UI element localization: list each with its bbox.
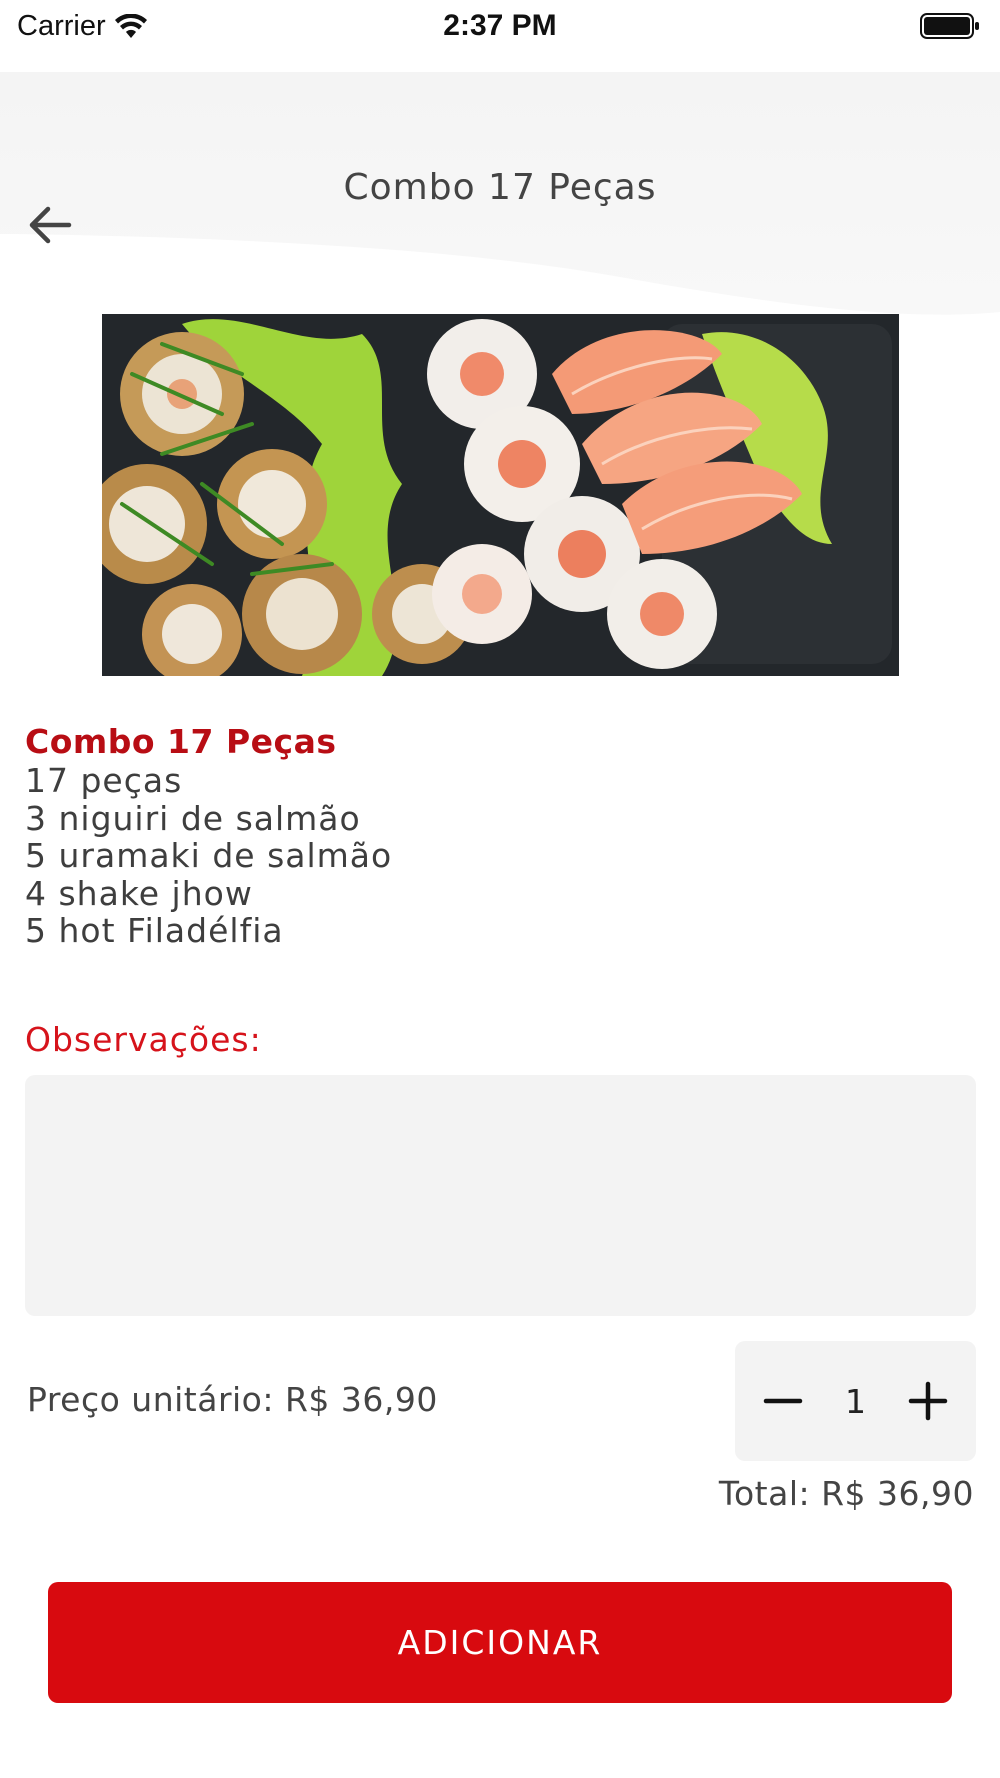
header: Combo 17 Peças: [0, 72, 1000, 322]
quantity-value: 1: [845, 1381, 866, 1421]
add-button[interactable]: ADICIONAR: [48, 1582, 952, 1703]
product-line: 4 shake jhow: [25, 873, 253, 913]
arrow-left-icon: [29, 206, 72, 244]
observations-input[interactable]: [25, 1075, 976, 1316]
product-line: 5 hot Filadélfia: [25, 911, 284, 950]
quantity-stepper: 1: [735, 1341, 976, 1461]
product-line: 3 niguiri de salmão: [25, 798, 361, 838]
sushi-photo: [102, 314, 899, 676]
unit-price: Preço unitário: R$ 36,90: [27, 1380, 438, 1419]
plus-icon: [908, 1381, 948, 1421]
battery-icon: [920, 13, 979, 39]
product-line: 17 peças: [25, 761, 183, 800]
product-line: 5 uramaki de salmão: [25, 836, 393, 875]
product-description: Combo 17 Peças 17 peças 3 niguiri de sal…: [25, 722, 975, 950]
minus-icon: [763, 1398, 803, 1404]
increase-button[interactable]: [900, 1373, 956, 1429]
decrease-button[interactable]: [755, 1373, 811, 1429]
observations-label: Observações:: [25, 1020, 262, 1059]
product-title: Combo 17 Peças: [25, 722, 337, 761]
status-time: 2:37 PM: [443, 9, 557, 42]
total-price: Total: R$ 36,90: [718, 1474, 974, 1513]
status-bar: Carrier 2:37 PM: [0, 0, 1000, 72]
page-title: Combo 17 Peças: [343, 167, 657, 208]
product-image: [102, 314, 899, 676]
